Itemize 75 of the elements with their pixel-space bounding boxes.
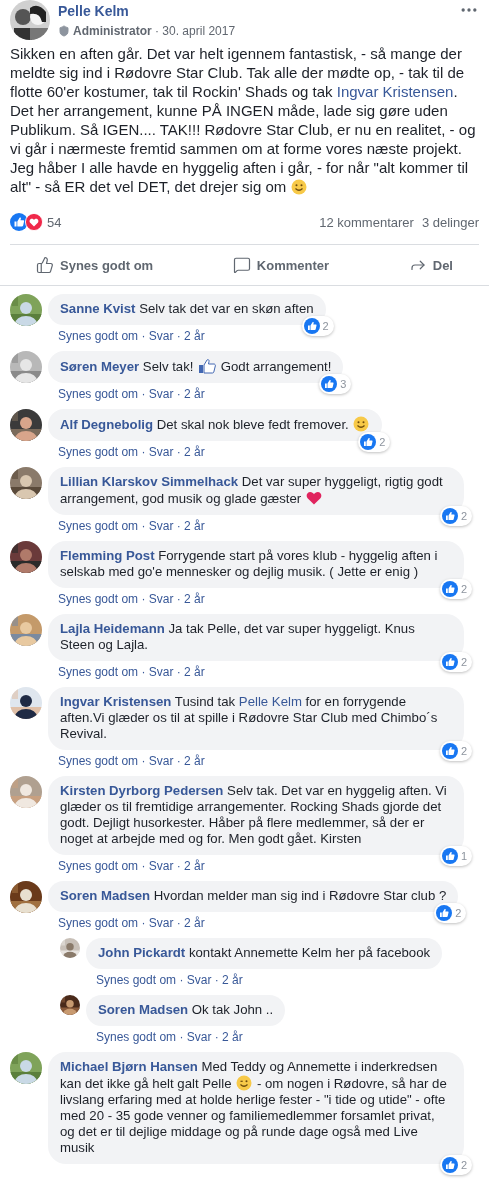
comment-actions[interactable]: Synes godt om · Svar · 2 år bbox=[96, 1030, 243, 1044]
comment-actions[interactable]: Synes godt om · Svar · 2 år bbox=[58, 519, 205, 533]
comment-icon bbox=[232, 256, 251, 274]
smiley-icon bbox=[353, 416, 370, 432]
author-link[interactable]: Sanne Kvist bbox=[60, 301, 136, 316]
love-icon bbox=[25, 213, 43, 231]
comment-actions[interactable]: Synes godt om · Svar · 2 år bbox=[58, 754, 205, 768]
reaction-badge[interactable]: 2 bbox=[434, 903, 467, 923]
shield-icon bbox=[58, 25, 70, 37]
heart-icon bbox=[305, 490, 322, 506]
comment-text: Lajla Heidemann Ja tak Pelle, det var super hyggeligt. Knus Steen og Lajla. bbox=[60, 621, 416, 653]
author-link[interactable]: Alf Degnebolig bbox=[60, 417, 154, 432]
author-link[interactable]: John Pickardt bbox=[98, 945, 186, 960]
author-link[interactable]: Flemming Post bbox=[60, 548, 155, 563]
like-icon bbox=[441, 508, 458, 524]
reaction-badge[interactable]: 2 bbox=[358, 432, 391, 452]
comment-button[interactable]: Kommenter bbox=[224, 252, 338, 278]
author-link[interactable]: Ingvar Kristensen bbox=[60, 694, 172, 709]
comment-actions[interactable]: Synes godt om · Svar · 2 år bbox=[58, 445, 205, 459]
like-button[interactable]: Synes godt om bbox=[28, 252, 162, 278]
comment-actions[interactable]: Synes godt om · Svar · 2 år bbox=[58, 859, 205, 873]
mention-link[interactable]: Ingvar Kristensen bbox=[336, 83, 454, 100]
comment-text: Ingvar Kristensen Tusind tak Pelle Kelm for en forrygende aften.Vi glæder os til at spille i Rødovre Star Club med Chimbo´s Revival. bbox=[60, 694, 439, 742]
reaction-badge[interactable]: 2 bbox=[301, 316, 334, 336]
comment-text: John Pickardt kontakt Annemette Kelm her på facebook bbox=[98, 945, 431, 961]
mention-link[interactable]: Pelle Kelm bbox=[238, 694, 302, 709]
like-icon bbox=[303, 318, 320, 334]
like-icon bbox=[441, 848, 458, 864]
reaction-badge[interactable]: 2 bbox=[439, 579, 472, 599]
like-icon bbox=[441, 743, 458, 759]
like-icon bbox=[441, 581, 458, 597]
comment-actions[interactable]: Synes godt om · Svar · 2 år bbox=[58, 329, 205, 343]
comment-text: Soren Madsen Hvordan melder man sig ind i Rødovre Star club ? bbox=[60, 888, 447, 904]
reaction-badge[interactable]: 2 bbox=[439, 741, 472, 761]
author-link[interactable]: Michael Bjørn Hansen bbox=[60, 1059, 198, 1074]
comment-text: Flemming Post Forrygende start på vores klub - hyggelig aften i selskab med go'e mennesker og dejlig musik. ( Jette er enig ) bbox=[60, 548, 439, 580]
comment-actions[interactable]: Synes godt om · Svar · 2 år bbox=[58, 592, 205, 606]
comments-count[interactable]: 12 kommentarer bbox=[319, 214, 414, 230]
comment-text: Søren Meyer Selv tak! Godt arrangement! bbox=[60, 358, 332, 375]
author-link[interactable]: Pelle Kelm bbox=[58, 2, 236, 20]
post-meta: Administrator · 30. april 2017 bbox=[73, 24, 236, 38]
comment-text: Alf Degnebolig Det skal nok bleve fedt fremover. bbox=[60, 416, 371, 433]
comment-text: Soren Madsen Ok tak John .. bbox=[98, 1002, 274, 1018]
thumbs-up-icon bbox=[198, 358, 217, 374]
like-icon bbox=[321, 376, 338, 392]
thumbs-up-icon bbox=[36, 256, 54, 274]
reaction-badge[interactable]: 1 bbox=[439, 846, 472, 866]
reaction-count[interactable]: 54 bbox=[47, 214, 62, 230]
share-button[interactable]: Del bbox=[400, 252, 461, 278]
author-link[interactable]: Lajla Heidemann bbox=[60, 621, 165, 636]
comment-text: Michael Bjørn Hansen Med Teddy og Annemette i inderkredsen kan det ikke gå helt galt Pelle - om nogen i Rødovre, så har de livslang erfaring med at holde herlige fester - "i tide og utide" - ofte med 20 - 35 gode venner og familiemedlemmer forsamlet privat, og det er til dejlige middage og på runde dage også med Live musik bbox=[60, 1059, 448, 1156]
reaction-badge[interactable]: 2 bbox=[439, 652, 472, 672]
comment-actions[interactable]: Synes godt om · Svar · 2 år bbox=[58, 665, 205, 679]
like-icon bbox=[441, 1157, 458, 1173]
post-text: Sikken en aften går. Det var helt igennem fantastisk, - så mange der meldte sig ind i Rødovre Star Club. Tak alle der mødte op, - tak til de flotte 60'er kostumer, tak til Rockin' Shads og tak Ingvar Kristensen. Det her arrangement, kunne PÅ INGEN måde, lade sig gøre uden Publikum. Så IGEN.... TAK!!! Rødovre Star Club, er nu en realitet, - og vi går i nærmeste fremtid sammen om at forme vores næste projekt. Jeg håber I alle havde en hyggelig aften i går, - for når "alt kommer til alt" - så ER det vel DET, det drejer sig om bbox=[10, 44, 477, 196]
author-link[interactable]: Lillian Klarskov Simmelhack bbox=[60, 474, 239, 489]
reaction-badge[interactable]: 3 bbox=[319, 374, 352, 394]
author-link[interactable]: Soren Madsen bbox=[98, 1002, 189, 1017]
shares-count[interactable]: 3 delinger bbox=[421, 214, 479, 230]
author-link[interactable]: Kirsten Dyrborg Pedersen bbox=[60, 783, 224, 798]
comment-actions[interactable]: Synes godt om · Svar · 2 år bbox=[58, 387, 205, 401]
comment-text: Lillian Klarskov Simmelhack Det var super hyggeligt, rigtig godt arrangement, god musik og glade gæster bbox=[60, 474, 444, 507]
comment-actions[interactable]: Synes godt om · Svar · 2 år bbox=[96, 973, 243, 987]
like-icon bbox=[436, 905, 453, 921]
reaction-badge[interactable]: 2 bbox=[439, 1155, 472, 1175]
author-link[interactable]: Soren Madsen bbox=[60, 888, 151, 903]
author-link[interactable]: Søren Meyer bbox=[60, 359, 140, 374]
smiley-icon bbox=[291, 179, 308, 195]
comment-actions[interactable]: Synes godt om · Svar · 2 år bbox=[58, 916, 205, 930]
comment-text: Sanne Kvist Selv tak det var en skøn aften bbox=[60, 301, 314, 317]
reaction-badge[interactable]: 2 bbox=[439, 506, 472, 526]
winking-smiley-icon bbox=[236, 1075, 253, 1091]
like-icon bbox=[360, 434, 377, 450]
like-icon bbox=[441, 654, 458, 670]
comment-text: Kirsten Dyrborg Pedersen Selv tak. Det var en hyggelig aften. Vi glæder os til fremtidige arrangementer. Rocking Shads gjorde det godt. Dejligt husorkester. Håber på flere medlemmer, så der er noget at arbejde med og for. Men godt gået. Kirsten bbox=[60, 783, 448, 847]
